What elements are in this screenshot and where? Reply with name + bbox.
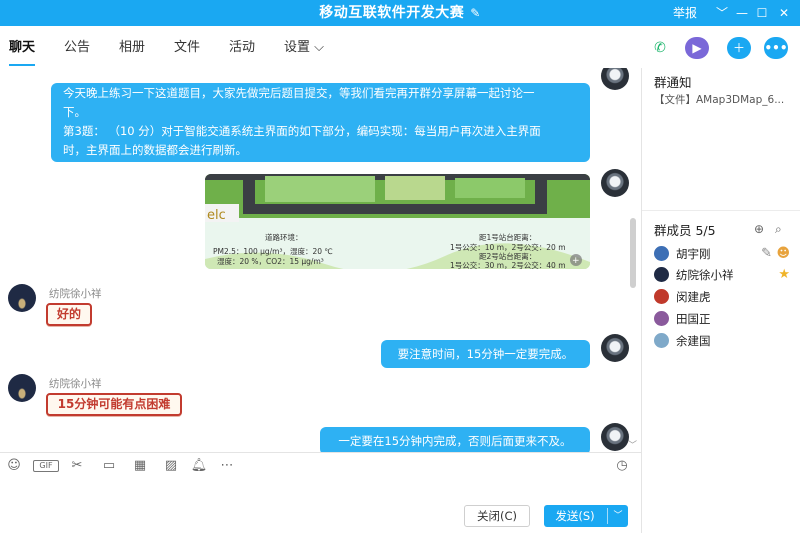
member-name: 胡宇刚: [676, 247, 711, 261]
star-icon: ★: [778, 267, 790, 282]
sender-name: 纺院徐小祥: [49, 378, 102, 390]
member-name: 纺院徐小祥: [676, 268, 734, 282]
notice-title: 群通知: [654, 75, 692, 90]
notice-body[interactable]: 【文件】AMap3DMap_6...: [654, 92, 792, 107]
message-bubble: 一定要在15分钟内完成，否则后面更来不及。: [320, 427, 590, 452]
video-icon[interactable]: ▶: [685, 37, 709, 59]
image-message[interactable]: elc 道路环境： PM2.5：100 μg/m³，湿度：20 ℃ 湿度：20 …: [205, 174, 590, 269]
collapse-icon[interactable]: ﹀: [712, 0, 732, 26]
member-item[interactable]: 胡宇刚 ✎ ☻: [654, 245, 794, 263]
avatar: [654, 311, 669, 326]
member-name: 余建国: [676, 334, 711, 348]
message-line: 第3题： （10 分）对于智能交通系统主界面的如下部分，编码实现：每当用户再次进…: [63, 124, 541, 138]
tab-announcement[interactable]: 公告: [64, 26, 90, 68]
input-toolbar: ☺ GIF ✂ ▭ ▦ ▨ 🔔︎ ⋯ ◷: [0, 453, 641, 479]
maximize-button[interactable]: ☐: [752, 0, 772, 26]
svg-text:+: +: [572, 256, 580, 266]
report-link[interactable]: 举报: [670, 0, 700, 26]
image-stop2-line: 1号公交：30 m，2号公交：40 m: [450, 260, 566, 269]
member-item[interactable]: 纺院徐小祥 ★: [654, 266, 794, 284]
avatar: [654, 267, 669, 282]
add-member-icon[interactable]: ⊕: [754, 222, 764, 236]
members-title: 群成员 5/5: [654, 223, 716, 238]
send-label: 发送(S): [555, 509, 595, 523]
member-name: 闵建虎: [676, 290, 711, 304]
more-icon[interactable]: •••: [764, 37, 788, 59]
search-icon[interactable]: ⌕: [775, 222, 782, 237]
image-env-line1: PM2.5：100 μg/m³，湿度：20 ℃: [213, 246, 333, 256]
edit-name-icon[interactable]: ✎: [470, 0, 481, 26]
sticker-message[interactable]: 好的: [46, 303, 92, 326]
folder-icon[interactable]: ▭: [100, 458, 118, 474]
close-button[interactable]: 关闭(C): [464, 505, 530, 527]
screen-share-icon[interactable]: ＋: [727, 37, 751, 59]
image-elc-text: elc: [207, 208, 226, 223]
tab-chat[interactable]: 聊天: [9, 26, 36, 68]
avatar[interactable]: [601, 334, 629, 362]
member-item[interactable]: 田国正: [654, 310, 794, 328]
image-stop2-title: 距2号站台距离：: [479, 251, 536, 261]
minimize-button[interactable]: —: [732, 0, 752, 26]
divider: [642, 210, 800, 211]
tab-activity[interactable]: 活动: [229, 26, 255, 68]
image-env-line2: 湿度：20 %，CO2：15 μg/m³: [217, 256, 324, 266]
edit-icon[interactable]: ✎: [761, 245, 772, 263]
close-window-button[interactable]: ✕: [774, 0, 794, 26]
emoji-icon[interactable]: ☺: [5, 458, 23, 474]
sticker-message[interactable]: 15分钟可能有点困难: [46, 393, 182, 416]
tab-files[interactable]: 文件: [174, 26, 200, 68]
tab-bar: 聊天 公告 相册 文件 活动 设置 ⌵: [0, 26, 800, 68]
title-bar: 移动互联软件开发大赛 ✎ 举报 ﹀ — ☐ ✕: [0, 0, 800, 26]
app-screenshot-image: elc 道路环境： PM2.5：100 μg/m³，湿度：20 ℃ 湿度：20 …: [205, 174, 590, 269]
sender-name: 纺院徐小祥: [49, 288, 102, 300]
message-bubble: 要注意时间，15分钟一定要完成。: [381, 340, 590, 368]
message-bubble: 今天晚上练习一下这道题目，大家先做完后题目提交，等我们看完再开群分享屏幕一起讨论…: [51, 83, 590, 162]
send-button[interactable]: 发送(S) ﹀: [544, 505, 628, 527]
avatar: [654, 289, 669, 304]
image-env-title: 道路环境：: [265, 232, 303, 242]
message-line: 今天晚上练习一下这道题目，大家先做完后题目提交，等我们看完再开群分享屏幕一起讨论…: [63, 86, 535, 100]
avatar[interactable]: [601, 68, 629, 90]
avatar[interactable]: [8, 284, 36, 312]
image-icon[interactable]: ▨: [162, 458, 180, 474]
avatar: [654, 246, 669, 261]
avatar: [654, 333, 669, 348]
more-tools-icon[interactable]: ⋯: [218, 458, 236, 474]
message-input[interactable]: [0, 479, 641, 501]
tab-album[interactable]: 相册: [119, 26, 145, 68]
chat-scrollbar[interactable]: [630, 218, 636, 288]
image-stop1-line: 1号公交：10 m，2号公交：20 m: [450, 242, 566, 252]
chevron-down-icon[interactable]: ﹀: [608, 505, 628, 527]
member-item[interactable]: 余建国: [654, 332, 794, 350]
message-line: 时，主界面上的数据都会进行刷新。: [63, 143, 247, 157]
phone-icon[interactable]: ✆: [648, 37, 672, 59]
tab-settings[interactable]: 设置 ⌵: [284, 26, 324, 68]
owner-icon: ☻: [776, 246, 790, 261]
avatar[interactable]: [601, 423, 629, 451]
group-name: 移动互联软件开发大赛: [319, 5, 465, 21]
avatar[interactable]: [8, 374, 36, 402]
bell-icon[interactable]: 🔔︎: [190, 458, 208, 474]
scroll-down-arrow-icon[interactable]: ﹀: [628, 438, 637, 451]
gif-icon[interactable]: GIF: [33, 460, 59, 472]
divider: [641, 68, 642, 533]
gallery-icon[interactable]: ▦: [131, 458, 149, 474]
scissors-icon[interactable]: ✂: [68, 458, 86, 474]
message-line: 下。: [63, 105, 86, 119]
chat-area[interactable]: 今天晚上练习一下这道题目，大家先做完后题目提交，等我们看完再开群分享屏幕一起讨论…: [0, 68, 641, 452]
image-stop1-title: 距1号站台距离：: [479, 232, 536, 242]
history-icon[interactable]: ◷: [613, 458, 631, 474]
member-name: 田国正: [676, 312, 711, 326]
avatar[interactable]: [601, 169, 629, 197]
member-item[interactable]: 闵建虎: [654, 288, 794, 306]
